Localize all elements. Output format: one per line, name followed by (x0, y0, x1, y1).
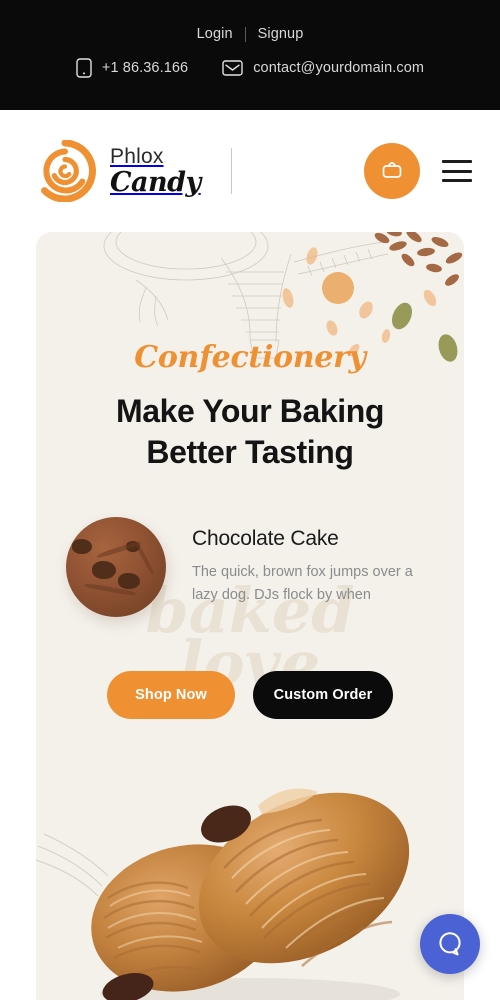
pain-au-chocolat-image (36, 748, 464, 1000)
chat-bubble-icon (435, 928, 465, 961)
auth-links: Login Signup (0, 0, 500, 46)
product-description: The quick, brown fox jumps over a lazy d… (192, 564, 413, 603)
envelope-icon (222, 60, 243, 76)
cart-button[interactable] (364, 143, 420, 199)
burger-bar (442, 179, 472, 182)
product-title: Chocolate Cake (192, 527, 339, 551)
auth-divider (244, 26, 246, 42)
shopping-basket-icon (380, 158, 404, 185)
brand-name-primary: Phlox (110, 145, 164, 168)
header-divider (230, 148, 232, 194)
cookie-chip (118, 572, 140, 589)
phone-number: +1 86.36.166 (101, 60, 189, 76)
signup-link[interactable]: Signup (258, 26, 304, 42)
hero-content: Confectionery Make Your Baking Better Ta… (36, 340, 464, 719)
hero-title-line-2: Better Tasting (146, 433, 354, 470)
hamburger-menu-icon[interactable] (442, 160, 472, 182)
page-title: Make Your Baking Better Tasting (36, 391, 464, 473)
shop-now-button[interactable]: Shop Now (107, 670, 235, 719)
brand-logo-link[interactable]: Phlox Candy (34, 139, 201, 203)
cookie-crack (135, 542, 155, 575)
top-utility-bar: Login Signup +1 86.36.166 contact@yourdo… (0, 0, 500, 110)
chocolate-chip-cookie-image (66, 516, 166, 617)
login-link[interactable]: Login (197, 26, 233, 42)
hero-cta-group: Shop Now Custom Order (36, 670, 464, 719)
hero-eyebrow: Confectionery (134, 340, 366, 375)
phone-contact[interactable]: +1 86.36.166 (76, 58, 188, 78)
featured-product: Chocolate Cake The quick, brown fox jump… (66, 516, 464, 617)
product-details: Chocolate Cake The quick, brown fox jump… (192, 527, 452, 606)
burger-bar (442, 160, 472, 163)
header-actions (364, 143, 472, 199)
cookie-chip (92, 560, 116, 579)
custom-order-button[interactable]: Custom Order (253, 670, 393, 719)
chat-support-button[interactable] (420, 914, 480, 974)
burger-bar (442, 169, 472, 173)
spiral-swirl-logo-icon (34, 139, 96, 203)
email-address: contact@yourdomain.com (253, 60, 425, 76)
brand-wordmark: Phlox Candy (110, 146, 201, 196)
hero-card: baked love Confectionery Make Your Bakin… (36, 232, 464, 1000)
brand-name-secondary: Candy (110, 167, 201, 198)
mobile-phone-icon (76, 58, 92, 78)
email-contact[interactable]: contact@yourdomain.com (222, 60, 424, 76)
cookie-chip (72, 538, 92, 554)
hero-title-line-1: Make Your Baking (115, 393, 385, 429)
contact-info: +1 86.36.166 contact@yourdomain.com (0, 46, 500, 78)
site-header: Phlox Candy (0, 110, 500, 232)
